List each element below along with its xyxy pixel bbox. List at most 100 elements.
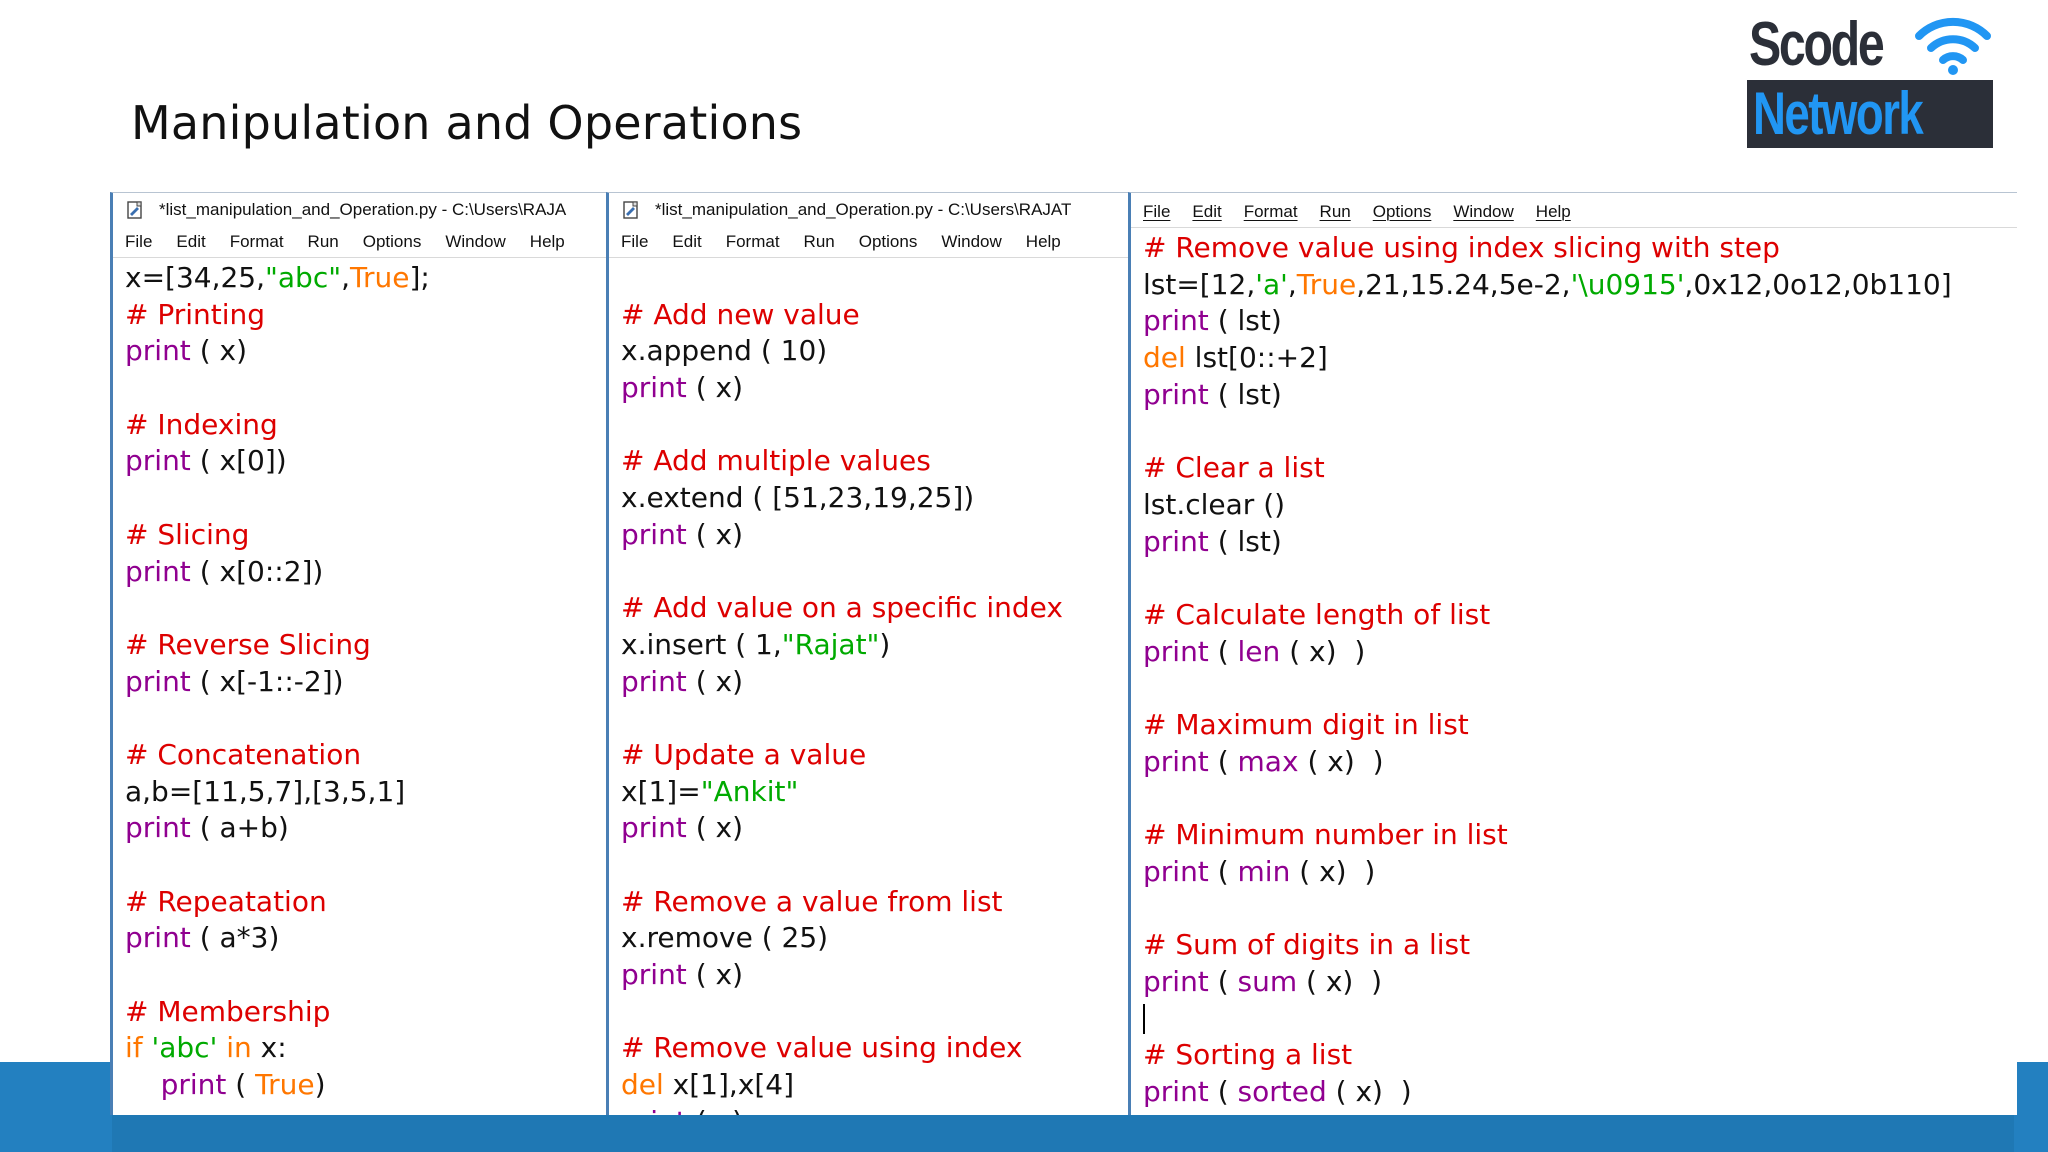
code-token: print xyxy=(621,664,687,698)
menu-bar: File Edit Format Run Options Window Help xyxy=(113,227,607,258)
window-titlebar[interactable]: *list_manipulation_and_Operation.py - C:… xyxy=(113,193,607,227)
code-token: print xyxy=(125,444,191,478)
code-line: print ( sum ( x) ) xyxy=(1143,964,2017,1001)
menu-window[interactable]: Window xyxy=(445,232,505,252)
code-line: # Remove a value from list xyxy=(621,884,1129,921)
code-token: "Rajat" xyxy=(781,627,880,661)
code-token: print xyxy=(125,921,191,955)
code-editor[interactable]: # Remove value using index slicing with … xyxy=(1131,228,2017,1111)
menu-edit[interactable]: Edit xyxy=(1192,202,1221,222)
code-line: print ( x) xyxy=(621,957,1129,994)
code-token: x.remove ( 25) xyxy=(621,921,829,955)
code-token: , xyxy=(1287,267,1297,301)
menu-window[interactable]: Window xyxy=(1453,202,1513,222)
code-token: ( xyxy=(1208,744,1238,778)
code-line: print ( len ( x) ) xyxy=(1143,634,2017,671)
window-titlebar[interactable]: *list_manipulation_and_Operation.py - C:… xyxy=(609,193,1129,227)
menu-format[interactable]: Format xyxy=(726,232,780,252)
code-token: ( x[0::2]) xyxy=(190,554,324,588)
menu-window[interactable]: Window xyxy=(941,232,1001,252)
code-token: ( x) xyxy=(686,811,744,845)
menu-format[interactable]: Format xyxy=(1244,202,1298,222)
code-line: a,b=[11,5,7],[3,5,1] xyxy=(125,774,607,811)
code-token: "abc" xyxy=(265,261,342,294)
code-token: if xyxy=(125,1031,143,1065)
code-line: print ( x) xyxy=(621,370,1129,407)
code-token: ( a*3) xyxy=(190,921,280,955)
menu-file[interactable]: File xyxy=(1143,202,1170,222)
slide-title: Manipulation and Operations xyxy=(131,96,803,150)
code-line: # Sum of digits in a list xyxy=(1143,927,2017,964)
code-token: a,b=[11,5,7],[3,5,1] xyxy=(125,774,406,808)
code-line: x[1]="Ankit" xyxy=(621,774,1129,811)
code-token: x.append ( 10) xyxy=(621,334,828,368)
code-token: ( x) ) xyxy=(1290,854,1376,888)
code-editor[interactable]: x=[34,25,"abc",True]; # Printing print ( x… xyxy=(113,258,607,1104)
menu-options[interactable]: Options xyxy=(859,232,918,252)
logo-text-network: Network xyxy=(1753,80,1924,147)
code-line: lst=[12,'a',True,21,15.24,5e-2,'\u0915',… xyxy=(1143,267,2017,304)
code-token: len xyxy=(1237,634,1281,668)
code-line: x.extend ( [51,23,19,25]) xyxy=(621,480,1129,517)
scode-network-logo: Scode Network xyxy=(1745,8,1995,148)
footer-band-left xyxy=(0,1062,112,1152)
code-token: True xyxy=(255,1068,315,1102)
menu-run[interactable]: Run xyxy=(308,232,339,252)
window-title: *list_manipulation_and_Operation.py - C:… xyxy=(655,200,1072,219)
code-token: x.insert ( 1, xyxy=(621,627,782,661)
menu-file[interactable]: File xyxy=(125,232,152,252)
code-token: ( x[0]) xyxy=(190,444,287,478)
code-token: lst.clear () xyxy=(1143,487,1286,521)
idle-editor-window-2: *list_manipulation_and_Operation.py - C:… xyxy=(606,192,1129,1115)
code-line: lst.clear () xyxy=(1143,487,2017,524)
code-token: ,0x12,0o12,0b110] xyxy=(1684,267,1952,301)
code-token: # Clear a list xyxy=(1143,451,1325,485)
code-token: ( x) xyxy=(686,958,744,992)
menu-file[interactable]: File xyxy=(621,232,648,252)
code-token: x[1]= xyxy=(621,774,701,808)
code-token: ( lst) xyxy=(1208,304,1282,338)
code-token: print xyxy=(1143,744,1209,778)
code-line: # Remove value using index xyxy=(621,1030,1129,1067)
window-title: *list_manipulation_and_Operation.py - C:… xyxy=(159,200,567,219)
code-token: print xyxy=(1143,964,1209,998)
menu-edit[interactable]: Edit xyxy=(672,232,701,252)
wifi-icon xyxy=(1915,17,1991,75)
menu-options[interactable]: Options xyxy=(1373,202,1432,222)
code-token: print xyxy=(621,811,687,845)
code-token: max xyxy=(1237,744,1299,778)
menu-run[interactable]: Run xyxy=(804,232,835,252)
code-line: # Calculate length of list xyxy=(1143,597,2017,634)
code-token: # Remove a value from list xyxy=(621,884,1003,918)
menu-help[interactable]: Help xyxy=(1536,202,1571,222)
code-line: del x[1],x[4] xyxy=(621,1067,1129,1104)
code-token: # Slicing xyxy=(125,517,250,551)
code-line: # Slicing xyxy=(125,517,607,554)
menu-help[interactable]: Help xyxy=(530,232,565,252)
code-token: ( xyxy=(1208,634,1238,668)
code-line: print ( a*3) xyxy=(125,920,607,957)
code-token: # Add value on a specific index xyxy=(621,591,1063,625)
code-editor[interactable]: # Add new value x.append ( 10) print ( x) … xyxy=(609,258,1129,1115)
code-line: print ( min ( x) ) xyxy=(1143,854,2017,891)
code-token: print xyxy=(1143,634,1209,668)
menu-help[interactable]: Help xyxy=(1026,232,1061,252)
idle-editor-window-3: File Edit Format Run Options Window Help… xyxy=(1128,192,2017,1115)
code-token: True xyxy=(1296,267,1357,301)
menu-options[interactable]: Options xyxy=(363,232,422,252)
code-line: x.remove ( 25) xyxy=(621,920,1129,957)
code-token: ( xyxy=(226,1068,256,1102)
menu-run[interactable]: Run xyxy=(1320,202,1351,222)
code-token: lst[0::+2] xyxy=(1185,341,1328,375)
code-line: x=[34,25,"abc",True]; xyxy=(125,260,607,297)
menu-edit[interactable]: Edit xyxy=(176,232,205,252)
code-token: ( x) xyxy=(686,517,744,551)
logo-network-block: Network xyxy=(1747,80,1993,148)
menu-format[interactable]: Format xyxy=(230,232,284,252)
code-line: print ( x[0]) xyxy=(125,443,607,480)
code-token: , xyxy=(341,261,351,294)
code-line: print ( lst) xyxy=(1143,303,2017,340)
